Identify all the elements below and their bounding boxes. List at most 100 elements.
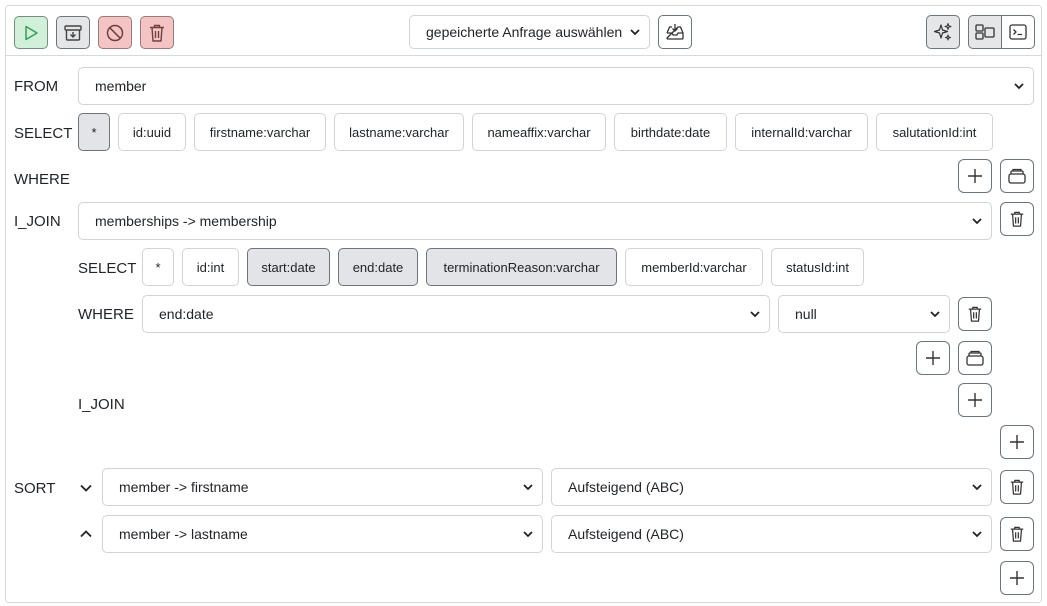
archive-download-icon	[64, 24, 82, 41]
join-select-column-chip[interactable]: *	[142, 248, 174, 286]
add-where-condition-button[interactable]	[958, 159, 992, 193]
plus-icon	[968, 169, 982, 183]
join-where-field-select[interactable]: end:date	[142, 295, 770, 333]
select-column-chip[interactable]: birthdate:date	[614, 113, 727, 151]
inbox-download-icon	[666, 24, 684, 40]
join-where-value-select[interactable]: null	[778, 295, 950, 333]
add-join-where-group-button[interactable]	[958, 341, 992, 375]
view-sql-button[interactable]	[1001, 15, 1035, 49]
cancel-query-button[interactable]	[98, 16, 132, 49]
chevron-down-icon	[750, 311, 760, 318]
run-button[interactable]	[14, 16, 48, 49]
add-join-where-condition-button[interactable]	[916, 341, 950, 375]
chip-label: id:uuid	[132, 124, 172, 140]
delete-join-button[interactable]	[1000, 202, 1034, 236]
sort-order-select[interactable]: Aufsteigend (ABC)	[551, 468, 992, 506]
plus-icon	[926, 351, 940, 365]
sort-field-value: member -> firstname	[119, 479, 249, 495]
chip-label: terminationReason:varchar	[443, 259, 600, 275]
delete-join-where-button[interactable]	[958, 297, 992, 331]
chip-label: birthdate:date	[630, 124, 711, 140]
saved-query-select-label: gepeicherte Anfrage auswählen	[426, 24, 623, 40]
sort-field-value: member -> lastname	[119, 526, 248, 542]
select-column-chip[interactable]: nameaffix:varchar	[472, 113, 606, 151]
trash-icon	[968, 306, 982, 322]
chip-label: statusId:int	[786, 259, 849, 275]
ai-assist-button[interactable]	[926, 15, 960, 49]
sort-order-select[interactable]: Aufsteigend (ABC)	[551, 515, 992, 553]
sort-move-up-button[interactable]	[78, 526, 94, 542]
stack-icon	[966, 350, 984, 366]
chevron-up-icon	[80, 530, 92, 538]
join-relation-select[interactable]: memberships -> membership	[78, 202, 992, 240]
ban-icon	[106, 24, 124, 41]
trash-icon	[1010, 479, 1024, 495]
from-table-value: member	[95, 78, 147, 94]
trash-icon	[1010, 211, 1024, 227]
chip-label: id:int	[196, 259, 225, 275]
plus-icon	[968, 393, 982, 407]
nested-ijoin-label: I_JOIN	[78, 396, 125, 413]
sort-field-select[interactable]: member -> lastname	[102, 515, 543, 553]
join-select-column-chip[interactable]: statusId:int	[771, 248, 864, 286]
ijoin-label: I_JOIN	[14, 213, 61, 230]
delete-sort-button[interactable]	[1000, 470, 1034, 504]
chip-label: nameaffix:varchar	[487, 124, 591, 140]
chip-label: *	[155, 259, 161, 275]
archive-download-button[interactable]	[56, 16, 90, 49]
join-select-column-chip[interactable]: start:date	[247, 248, 330, 286]
add-where-group-button[interactable]	[1000, 159, 1034, 193]
chip-label: salutationId:int	[892, 124, 977, 140]
play-icon	[25, 25, 38, 40]
select-column-chip[interactable]: id:uuid	[118, 113, 186, 151]
join-select-column-chip[interactable]: end:date	[338, 248, 418, 286]
chip-label: memberId:varchar	[641, 259, 747, 275]
chip-label: *	[91, 124, 97, 140]
sort-order-value: Aufsteigend (ABC)	[568, 479, 684, 495]
sort-order-value: Aufsteigend (ABC)	[568, 526, 684, 542]
plus-icon	[1010, 571, 1024, 585]
join-select-column-chip[interactable]: terminationReason:varchar	[426, 248, 617, 286]
join-where-value: null	[795, 306, 817, 322]
select-label: SELECT	[14, 125, 73, 142]
chevron-down-icon	[523, 531, 533, 538]
sparkles-icon	[933, 23, 952, 41]
layout-blocks-icon	[975, 24, 995, 40]
view-visual-button[interactable]	[968, 15, 1002, 49]
plus-icon	[1010, 435, 1024, 449]
select-column-chip[interactable]: firstname:varchar	[194, 113, 326, 151]
chip-label: internalId:varchar	[751, 124, 852, 140]
chip-label: firstname:varchar	[209, 124, 311, 140]
delete-sort-button[interactable]	[1000, 517, 1034, 551]
add-nested-join-button[interactable]	[958, 383, 992, 417]
sort-move-down-button[interactable]	[78, 480, 94, 496]
sort-field-select[interactable]: member -> firstname	[102, 468, 543, 506]
add-sort-button[interactable]	[1000, 561, 1034, 595]
join-select-column-chip[interactable]: id:int	[182, 248, 239, 286]
terminal-icon	[1009, 24, 1027, 40]
select-column-chip[interactable]: internalId:varchar	[735, 113, 868, 151]
chevron-down-icon	[972, 484, 982, 491]
select-column-chip[interactable]: salutationId:int	[876, 113, 993, 151]
save-query-button[interactable]	[658, 15, 692, 49]
sort-label: SORT	[14, 480, 56, 497]
select-column-chip[interactable]: *	[78, 113, 110, 151]
chip-label: end:date	[352, 259, 404, 275]
select-column-chip[interactable]: lastname:varchar	[334, 113, 464, 151]
chevron-down-icon	[630, 29, 640, 36]
join-where-label: WHERE	[78, 306, 134, 323]
chevron-down-icon	[80, 484, 92, 492]
chevron-down-icon	[523, 484, 533, 491]
where-label: WHERE	[14, 171, 70, 188]
chip-label: lastname:varchar	[349, 124, 449, 140]
from-table-select[interactable]: member	[78, 67, 1034, 105]
join-relation-value: memberships -> membership	[95, 213, 277, 229]
chevron-down-icon	[972, 218, 982, 225]
clear-query-button[interactable]	[140, 16, 174, 49]
join-where-field-value: end:date	[159, 306, 214, 322]
saved-query-select[interactable]: gepeicherte Anfrage auswählen	[409, 15, 650, 49]
add-join-button[interactable]	[1000, 425, 1034, 459]
chevron-down-icon	[930, 311, 940, 318]
join-select-column-chip[interactable]: memberId:varchar	[625, 248, 763, 286]
from-label: FROM	[14, 78, 59, 95]
